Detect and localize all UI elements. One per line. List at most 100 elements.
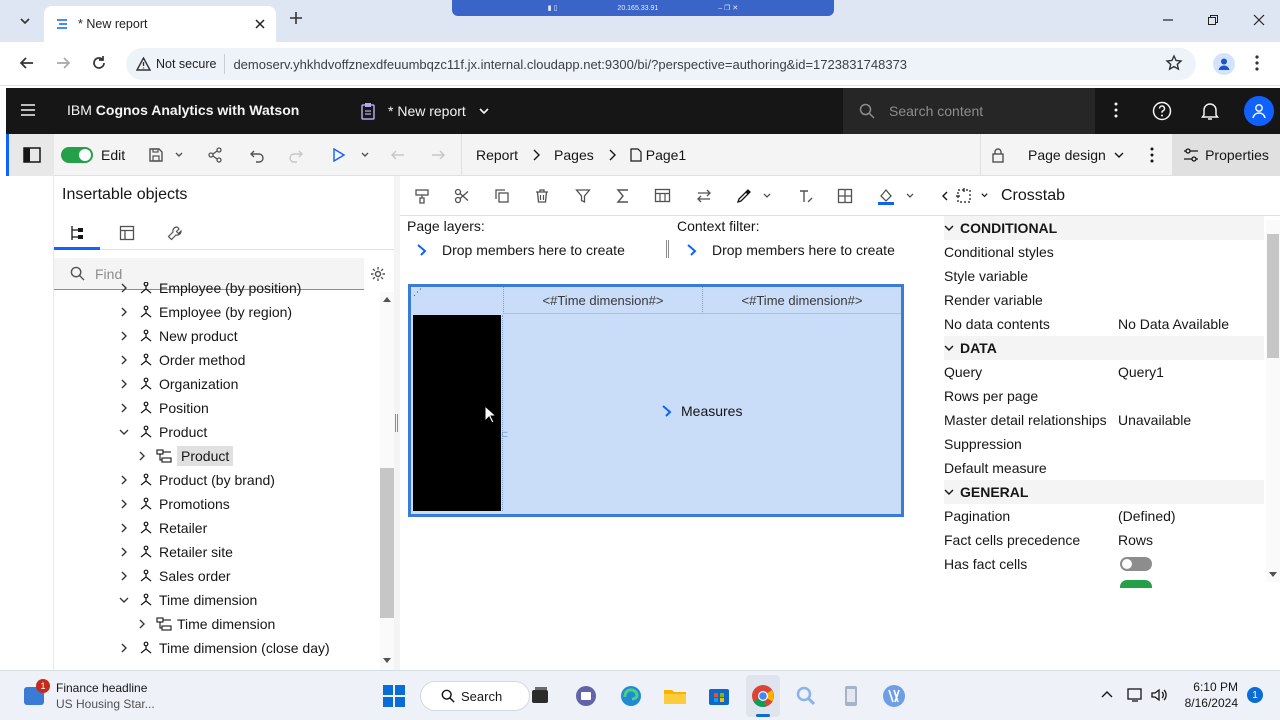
measures-dropzone[interactable]: Measures xyxy=(661,403,742,419)
property-row[interactable]: Query Query1 xyxy=(944,360,1264,384)
address-bar[interactable]: Not secure demoserv.yhkhdvoffznexdfeuumb… xyxy=(126,48,1196,80)
property-row[interactable]: Suppression xyxy=(944,432,1264,456)
close-icon[interactable] xyxy=(254,18,266,30)
chevron-right-icon[interactable] xyxy=(116,571,132,581)
property-section-header[interactable]: CONDITIONAL xyxy=(944,216,1264,240)
system-clock[interactable]: 6:10 PM 8/16/2024 xyxy=(1178,679,1238,711)
breadcrumb-report[interactable]: Report xyxy=(476,147,518,163)
chevron-right-icon[interactable] xyxy=(116,307,132,317)
report-switcher[interactable]: * New report xyxy=(360,98,490,124)
property-row[interactable]: Has fact cells xyxy=(944,552,1264,576)
property-row-partial[interactable] xyxy=(1120,580,1152,588)
remote-window-controls[interactable]: – ❐ ✕ xyxy=(718,4,738,12)
property-section-header[interactable]: GENERAL xyxy=(944,480,1264,504)
panel-toggle-button[interactable] xyxy=(6,134,54,176)
tree-item[interactable]: Product xyxy=(54,444,380,468)
pick-style-button[interactable] xyxy=(736,188,772,204)
property-value[interactable]: Query1 xyxy=(1118,364,1164,380)
chevron-down-icon[interactable] xyxy=(116,427,132,437)
tree-item[interactable]: Employee (by position) xyxy=(54,282,380,300)
dropzone-splitter[interactable] xyxy=(666,240,669,258)
crosstab-handle-icon[interactable]: ⋰ xyxy=(413,287,422,298)
bookmark-button[interactable] xyxy=(1165,54,1183,72)
chevron-left-icon[interactable] xyxy=(942,191,948,201)
reload-button[interactable] xyxy=(90,54,108,72)
copy-button[interactable] xyxy=(494,188,510,204)
context-filter-dropzone[interactable]: Drop members here to create xyxy=(686,242,895,258)
settings-button[interactable] xyxy=(370,266,386,282)
page-layers-dropzone[interactable]: Drop members here to create xyxy=(416,242,625,258)
more-options-button[interactable] xyxy=(1114,102,1118,118)
security-chip[interactable]: Not secure xyxy=(136,54,226,74)
toolbar-more-button[interactable] xyxy=(1150,134,1154,176)
restore-button[interactable] xyxy=(1203,10,1223,30)
chrome-taskbar-button[interactable] xyxy=(746,675,780,717)
fill-color-button[interactable] xyxy=(877,187,915,205)
nav-forward-button[interactable] xyxy=(430,134,446,176)
tree-item[interactable]: Organization xyxy=(54,372,380,396)
property-value[interactable]: No Data Available xyxy=(1118,316,1229,332)
tab-toolbox[interactable] xyxy=(152,218,198,250)
column-header-2[interactable]: <#Time dimension#> xyxy=(702,287,901,314)
crosstab[interactable]: ⋰ <#Time dimension#> <#Time dimension#> … xyxy=(408,284,904,517)
phone-link-icon[interactable] xyxy=(838,683,864,709)
minimize-button[interactable] xyxy=(1158,10,1178,30)
tree-scrollbar[interactable] xyxy=(380,292,394,670)
scrollbar-thumb[interactable] xyxy=(380,468,394,618)
property-row[interactable]: Master detail relationships Unavailable xyxy=(944,408,1264,432)
chevron-down-icon[interactable] xyxy=(905,191,915,201)
lock-button[interactable] xyxy=(991,134,1005,176)
insert-table-button[interactable] xyxy=(654,188,672,204)
tree-item[interactable]: Product xyxy=(54,420,380,444)
tree-item[interactable]: Time dimension xyxy=(54,612,380,636)
property-row[interactable]: Pagination (Defined) xyxy=(944,504,1264,528)
magnifier-icon[interactable] xyxy=(793,683,819,709)
app-icon[interactable] xyxy=(881,683,907,709)
summarize-button[interactable] xyxy=(616,188,630,204)
tree-item[interactable]: New product xyxy=(54,324,380,348)
nav-back-button[interactable] xyxy=(390,134,406,176)
profile-button[interactable] xyxy=(1213,53,1235,75)
tree-item[interactable]: Time dimension xyxy=(54,588,380,612)
file-explorer-icon[interactable] xyxy=(662,683,688,709)
search-content-field[interactable]: Search content xyxy=(843,88,1095,134)
chevron-down-icon[interactable] xyxy=(1269,572,1277,578)
help-button[interactable] xyxy=(1152,101,1172,121)
chevron-down-icon[interactable] xyxy=(116,595,132,605)
network-icon[interactable] xyxy=(1127,687,1145,703)
browser-tab[interactable]: * New report xyxy=(44,6,276,42)
chevron-right-icon[interactable] xyxy=(116,523,132,533)
url-text[interactable]: demoserv.yhkhdvoffznexdfeuumbqzc11f.jx.i… xyxy=(233,57,907,72)
properties-button[interactable]: Properties xyxy=(1172,134,1280,176)
tab-source[interactable] xyxy=(54,218,100,250)
edit-toggle-switch[interactable] xyxy=(61,147,93,163)
property-row[interactable]: No data contents No Data Available xyxy=(944,312,1264,336)
properties-scrollbar[interactable] xyxy=(1266,220,1280,582)
property-section-header[interactable]: DATA xyxy=(944,336,1264,360)
menu-button[interactable] xyxy=(20,103,36,117)
filter-button[interactable] xyxy=(575,188,591,204)
column-header-1[interactable]: <#Time dimension#> xyxy=(503,287,702,314)
tree-item[interactable]: Product (by brand) xyxy=(54,468,380,492)
run-button[interactable] xyxy=(332,134,370,176)
delete-button[interactable] xyxy=(534,188,550,204)
property-row[interactable]: Rows per page xyxy=(944,384,1264,408)
taskbar-search[interactable]: Search xyxy=(420,681,530,711)
window-close-button[interactable] xyxy=(1249,10,1269,30)
chevron-right-icon[interactable] xyxy=(116,355,132,365)
save-button[interactable] xyxy=(148,134,184,176)
property-row[interactable]: Render variable xyxy=(944,288,1264,312)
product-title[interactable]: IBM Cognos Analytics with Watson xyxy=(67,102,299,118)
new-tab-button[interactable] xyxy=(288,10,306,28)
chevron-down-icon[interactable] xyxy=(383,658,391,664)
chevron-up-icon[interactable] xyxy=(383,296,391,302)
chevron-right-icon[interactable] xyxy=(134,451,150,461)
notifications-button[interactable] xyxy=(1200,101,1220,121)
chevron-right-icon[interactable] xyxy=(116,499,132,509)
select-ancestor-icon[interactable] xyxy=(956,187,972,204)
chevron-right-icon[interactable] xyxy=(116,379,132,389)
volume-icon[interactable] xyxy=(1150,687,1168,703)
resize-handle-icon[interactable]: ⊏ xyxy=(501,429,509,440)
chevron-right-icon[interactable] xyxy=(116,643,132,653)
undo-button[interactable] xyxy=(249,134,265,176)
